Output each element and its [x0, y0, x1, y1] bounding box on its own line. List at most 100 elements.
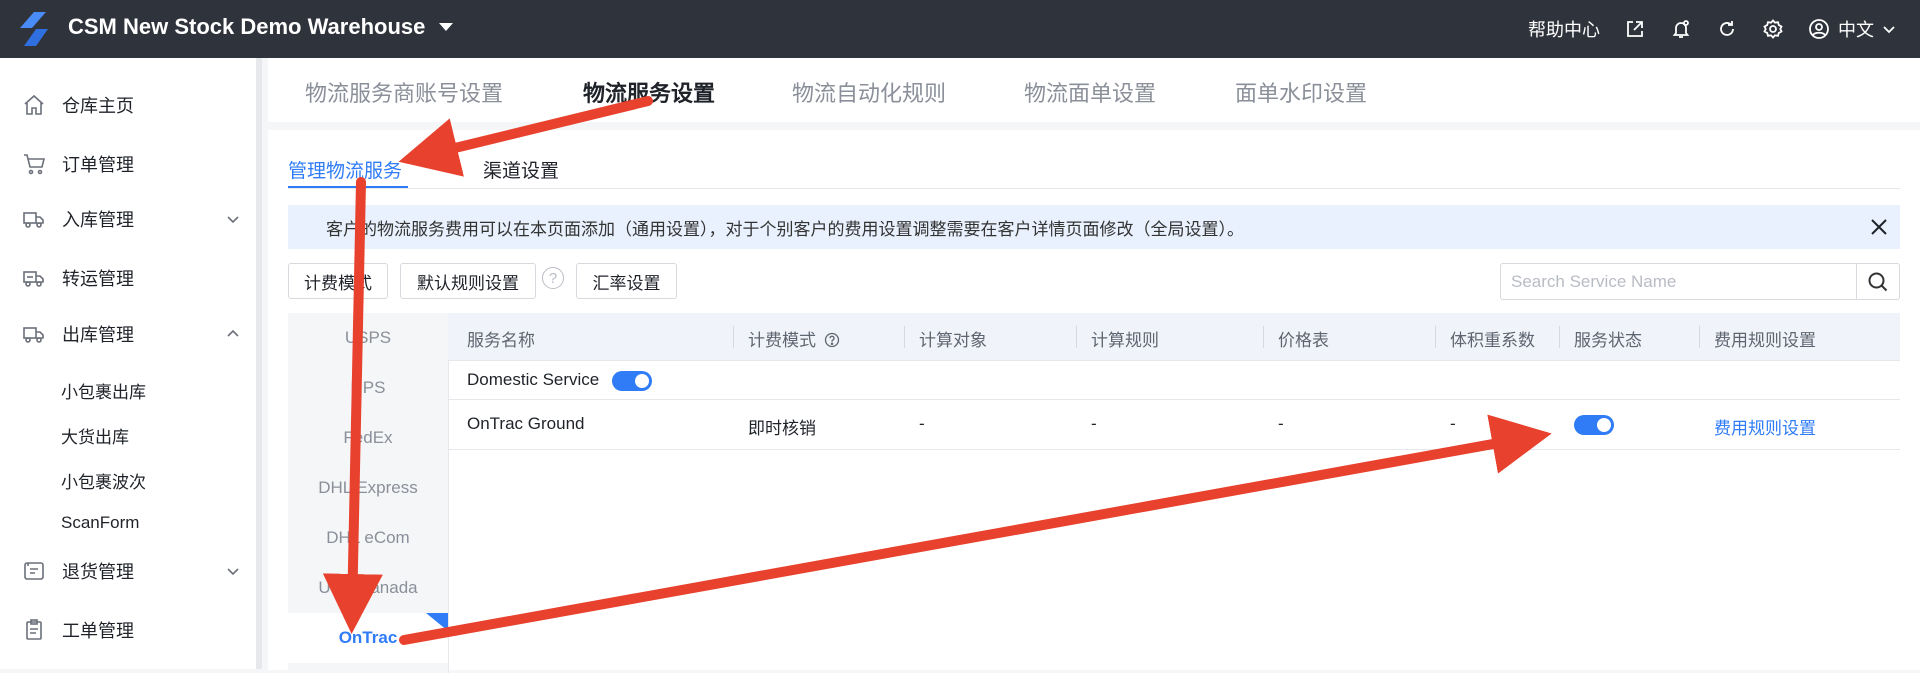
return-icon [24, 562, 44, 580]
question-circle-icon[interactable] [824, 332, 840, 348]
column-divider [1435, 326, 1436, 348]
main-content: 物流服务商账号设置 物流服务设置 物流自动化规则 物流面单设置 面单水印设置 管… [268, 58, 1920, 673]
table-header: 服务名称 计费模式 计算对象 计算规则 价格表 体积重系数 服务状态 费用规则设… [448, 313, 1900, 361]
logistics-tabs: 物流服务商账号设置 物流服务设置 物流自动化规则 物流面单设置 面单水印设置 [268, 58, 1920, 122]
active-tab-indicator [288, 186, 408, 188]
carrier-ups[interactable]: UPS [288, 363, 448, 413]
sidebar-item-label: 工单管理 [62, 621, 134, 641]
dim-factor-value: - [1450, 414, 1456, 433]
col-fee-rule-settings: 费用规则设置 [1714, 331, 1816, 350]
info-notice: 客户的物流服务费用可以在本页面添加（通用设置），对于个别客户的费用设置调整需要在… [288, 205, 1900, 249]
language-label: 中文 [1838, 20, 1874, 40]
sidebar-item-transfer[interactable]: 转运管理 [0, 255, 256, 301]
top-bar: CSM New Stock Demo Warehouse 帮助中心 中文 [0, 0, 1920, 58]
service-panel: 管理物流服务 渠道设置 客户的物流服务费用可以在本页面添加（通用设置），对于个别… [268, 130, 1920, 673]
sidebar-subitem-parcel-outbound[interactable]: 小包裹出库 [61, 378, 146, 403]
tab-carrier-accounts[interactable]: 物流服务商账号设置 [305, 76, 503, 108]
col-dim-factor: 体积重系数 [1450, 331, 1535, 350]
fee-rule-settings-link[interactable]: 费用规则设置 [1714, 414, 1816, 439]
column-divider [1263, 326, 1264, 348]
sidebar-item-orders[interactable]: 订单管理 [0, 141, 256, 187]
help-center-link[interactable]: 帮助中心 [1528, 16, 1600, 42]
sidebar-item-outbound[interactable]: 出库管理 [0, 311, 256, 357]
carrier-dhl-express[interactable]: DHL Express [288, 463, 448, 513]
group-enable-toggle[interactable] [612, 371, 652, 391]
carrier-dhl-ecom[interactable]: DHL eCom [288, 513, 448, 563]
billing-mode-button[interactable]: 计费模式 [288, 263, 388, 299]
exchange-rate-button[interactable]: 汇率设置 [576, 263, 677, 299]
subtab-manage-services[interactable]: 管理物流服务 [288, 156, 402, 183]
service-status-toggle[interactable] [1574, 415, 1614, 435]
transfer-truck-icon [23, 271, 44, 287]
chevron-down-icon [227, 568, 239, 576]
clipboard-icon [26, 619, 42, 640]
sidebar-item-returns[interactable]: 退货管理 [0, 548, 256, 594]
col-service-status: 服务状态 [1574, 331, 1642, 350]
sidebar-item-label: 出库管理 [62, 325, 134, 345]
service-table: 服务名称 计费模式 计算对象 计算规则 价格表 体积重系数 服务状态 费用规则设… [448, 313, 1900, 673]
caret-down-icon [439, 23, 454, 31]
search-button[interactable] [1856, 264, 1899, 299]
column-divider [904, 326, 905, 348]
notification-bell-icon[interactable] [1670, 18, 1692, 40]
warehouse-selector[interactable]: CSM New Stock Demo Warehouse [68, 14, 454, 40]
col-price-table: 价格表 [1278, 331, 1329, 350]
billing-mode-value: 即时核销 [748, 419, 816, 438]
refresh-icon[interactable] [1716, 18, 1738, 40]
service-subtabs: 管理物流服务 渠道设置 [288, 142, 1900, 189]
notice-text: 客户的物流服务费用可以在本页面添加（通用设置），对于个别客户的费用设置调整需要在… [326, 219, 1244, 239]
carrier-fedex[interactable]: FedEx [288, 413, 448, 463]
export-icon[interactable] [1624, 18, 1646, 40]
inbound-truck-icon [23, 212, 44, 228]
sidebar-item-inbound[interactable]: 入库管理 [0, 196, 256, 242]
tab-logistics-service[interactable]: 物流服务设置 [583, 76, 715, 108]
carrier-list: USPS UPS FedEx DHL Express DHL eCom UPS … [288, 313, 449, 673]
tab-label-settings[interactable]: 物流面单设置 [1024, 76, 1156, 108]
service-group-row: Domestic Service [448, 361, 1900, 400]
selected-corner-tag [426, 613, 448, 631]
sidebar-subitem-parcel-wave[interactable]: 小包裹波次 [61, 468, 146, 493]
sidebar-item-label: 退货管理 [62, 562, 134, 582]
column-divider [1699, 326, 1700, 348]
carrier-ups-canada[interactable]: UPS Canada [288, 563, 448, 613]
calc-rule-value: - [1091, 414, 1097, 433]
default-rules-button[interactable]: 默认规则设置 [400, 263, 536, 299]
sidebar-item-warehouse-home[interactable]: 仓库主页 [0, 82, 256, 128]
language-selector[interactable]: 中文 [1808, 16, 1896, 42]
service-search [1500, 263, 1900, 300]
col-calc-object: 计算对象 [919, 331, 987, 350]
column-divider [733, 326, 734, 348]
sidebar-subitem-bulk-outbound[interactable]: 大货出库 [61, 423, 129, 448]
subtab-channel-settings[interactable]: 渠道设置 [483, 156, 559, 183]
sidebar-item-work-orders[interactable]: 工单管理 [0, 607, 256, 653]
close-icon[interactable] [1868, 216, 1890, 238]
service-name: OnTrac Ground [467, 414, 585, 433]
cart-icon [24, 154, 46, 175]
col-calc-rule: 计算规则 [1091, 331, 1159, 350]
column-divider [1076, 326, 1077, 348]
col-billing-mode: 计费模式 [748, 326, 840, 351]
col-service-name: 服务名称 [467, 331, 535, 350]
price-table-value: - [1278, 414, 1284, 433]
sidebar-item-label: 订单管理 [62, 155, 134, 175]
warehouse-name: CSM New Stock Demo Warehouse [68, 14, 426, 39]
carrier-usps[interactable]: USPS [288, 313, 448, 363]
sidebar-item-label: 转运管理 [62, 269, 134, 289]
tab-automation-rules[interactable]: 物流自动化规则 [792, 76, 946, 108]
chevron-up-icon [227, 329, 239, 337]
search-input[interactable] [1501, 264, 1856, 299]
outbound-truck-icon [23, 327, 44, 343]
chevron-down-icon [1883, 26, 1895, 34]
carrier-ontrac[interactable]: OnTrac [288, 613, 448, 663]
sidebar-subitem-scanform[interactable]: ScanForm [61, 513, 139, 533]
home-icon [24, 94, 44, 115]
settings-icon[interactable] [1762, 18, 1784, 40]
sidebar-item-label: 入库管理 [62, 210, 134, 230]
sidebar: 仓库主页 订单管理 入库管理 转运管理 出库管理 小包裹出库 大货出库 小包裹波… [0, 58, 262, 669]
search-icon [1868, 272, 1888, 291]
group-label: Domestic Service [467, 370, 600, 389]
app-logo-icon [20, 12, 48, 46]
column-divider [1559, 326, 1560, 348]
help-icon[interactable]: ? [542, 267, 564, 289]
tab-watermark-settings[interactable]: 面单水印设置 [1235, 76, 1367, 108]
